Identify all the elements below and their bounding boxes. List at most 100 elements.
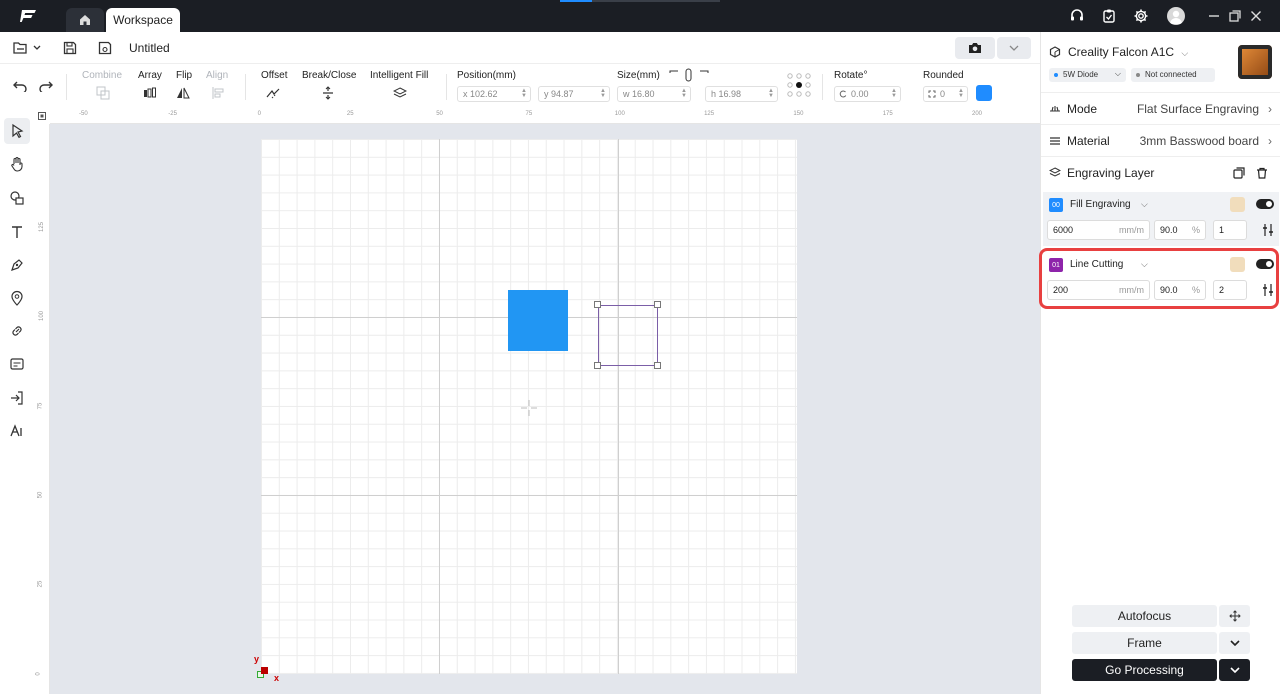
rotate-input[interactable]: 0.00 ▲ ▼: [834, 86, 901, 102]
frame-button[interactable]: Frame: [1072, 632, 1217, 654]
avatar[interactable]: [1167, 7, 1185, 25]
ruler-left: 125 100 75 50 25 0: [34, 124, 50, 694]
redo-icon[interactable]: [39, 80, 53, 92]
minimize-icon[interactable]: [1206, 8, 1222, 24]
right-sidebar: Creality Falcon A1C ⌵ 5W Diode ⌵ Not conn…: [1040, 32, 1280, 694]
highlight-box: [1039, 248, 1279, 309]
selected-square-outline[interactable]: [598, 305, 658, 366]
layer-speed-input[interactable]: 6000 mm/m: [1047, 220, 1150, 240]
autofocus-button[interactable]: Autofocus: [1072, 605, 1217, 627]
title-bar: Workspace: [0, 0, 1280, 32]
open-folder-icon[interactable]: [13, 41, 41, 55]
break-close-label: Break/Close: [302, 70, 357, 81]
layer-passes-input[interactable]: 1: [1213, 220, 1247, 240]
left-toolbar: [0, 108, 34, 694]
grid-major-line: [439, 139, 440, 674]
array-icon[interactable]: [143, 86, 157, 100]
select-cursor-icon[interactable]: [9, 123, 25, 139]
fill-color-swatch[interactable]: [976, 85, 992, 101]
ruler-top-label: -25: [168, 111, 177, 117]
grid-major-line: [261, 495, 797, 496]
frame-dropdown[interactable]: [1219, 632, 1250, 654]
camera-dropdown[interactable]: [997, 37, 1031, 59]
save-as-icon[interactable]: [98, 41, 112, 55]
hand-pan-icon[interactable]: [9, 156, 25, 172]
close-icon[interactable]: [1248, 8, 1264, 24]
link-icon[interactable]: [9, 323, 25, 339]
rounded-input[interactable]: 0 ▲ ▼: [923, 86, 968, 102]
layer-settings-icon[interactable]: [1262, 223, 1274, 237]
save-icon[interactable]: [63, 41, 77, 55]
machine-thumbnail[interactable]: [1238, 45, 1272, 79]
offset-label: Offset: [261, 70, 288, 81]
anchor-grid-icon[interactable]: [786, 72, 812, 98]
canvas-area[interactable]: y x: [50, 124, 1040, 694]
resize-handle[interactable]: [654, 301, 661, 308]
toolbar: Combine Array Flip Align Offset Break/Cl…: [0, 64, 1040, 108]
layer-visibility-toggle[interactable]: [1256, 199, 1274, 209]
ai-icon[interactable]: [9, 423, 25, 439]
material-row[interactable]: Material 3mm Basswood board ›: [1041, 124, 1280, 156]
position-x-input[interactable]: x 102.62 ▲ ▼: [457, 86, 531, 102]
home-icon: [80, 15, 90, 25]
layer-item-fill-engraving[interactable]: 00 Fill Engraving ⌵ 6000 mm/m 90.0% 1: [1043, 192, 1279, 246]
ruler-corner-icon: [38, 112, 46, 120]
ruler-top-label: 75: [525, 111, 533, 117]
go-processing-dropdown[interactable]: [1219, 659, 1250, 681]
shapes-icon[interactable]: [9, 190, 25, 206]
position-y-input[interactable]: y 94.87 ▲ ▼: [538, 86, 610, 102]
material-value: 3mm Basswood board: [1139, 134, 1259, 148]
break-close-icon[interactable]: [321, 86, 335, 100]
clipboard-icon[interactable]: [1101, 8, 1117, 24]
camera-button[interactable]: [955, 37, 995, 59]
tab-workspace[interactable]: Workspace: [106, 8, 180, 32]
offset-icon[interactable]: [266, 86, 280, 100]
gear-icon[interactable]: [1133, 8, 1149, 24]
undo-icon[interactable]: [13, 80, 27, 92]
rotate-label: Rotate°: [834, 70, 868, 81]
tab-home[interactable]: [66, 8, 104, 32]
file-bar: Untitled: [0, 32, 1040, 64]
chevron-right-icon: ›: [1268, 102, 1272, 116]
origin-marker: [261, 667, 268, 674]
device-name[interactable]: Creality Falcon A1C ⌵: [1068, 45, 1188, 59]
resize-handle[interactable]: [594, 301, 601, 308]
position-label: Position(mm): [457, 70, 516, 81]
size-w-input[interactable]: w 16.80 ▲ ▼: [617, 86, 691, 102]
layer-power-input[interactable]: 90.0%: [1154, 220, 1206, 240]
file-title[interactable]: Untitled: [129, 41, 170, 55]
chevron-down-icon: [1229, 640, 1240, 646]
chevron-down-icon[interactable]: ⌵: [1141, 199, 1148, 210]
trash-icon[interactable]: [1256, 167, 1268, 179]
mode-row[interactable]: Mode Flat Surface Engraving ›: [1041, 92, 1280, 124]
layer-color-swatch[interactable]: [1230, 197, 1245, 212]
move-button[interactable]: [1219, 605, 1250, 627]
mode-value: Flat Surface Engraving: [1136, 102, 1259, 116]
resize-handle[interactable]: [594, 362, 601, 369]
layers-icon[interactable]: [393, 86, 407, 100]
location-pin-icon[interactable]: [9, 290, 25, 306]
headset-icon[interactable]: [1069, 8, 1085, 24]
chevron-down-icon: [1229, 667, 1240, 673]
layer-index-badge: 00: [1049, 198, 1063, 212]
combine-icon[interactable]: [96, 86, 110, 100]
ruler-top-label: 0: [257, 111, 261, 117]
filled-square-shape[interactable]: [508, 290, 568, 351]
resize-handle[interactable]: [654, 362, 661, 369]
copy-layer-icon[interactable]: [1233, 167, 1245, 179]
laser-module-select[interactable]: 5W Diode ⌵: [1049, 68, 1126, 82]
restore-icon[interactable]: [1227, 8, 1243, 24]
align-icon[interactable]: [211, 86, 225, 100]
ruler-left-label: 100: [39, 311, 46, 322]
connection-status[interactable]: Not connected: [1131, 68, 1215, 82]
flip-icon[interactable]: [176, 86, 190, 100]
pen-tool-icon[interactable]: [9, 257, 25, 273]
go-processing-button[interactable]: Go Processing: [1072, 659, 1217, 681]
intelligent-fill-label: Intelligent Fill: [370, 70, 429, 81]
engraving-layer-label: Engraving Layer: [1067, 166, 1155, 180]
text-tool-icon[interactable]: [9, 224, 25, 240]
import-icon[interactable]: [9, 390, 25, 406]
image-text-icon[interactable]: [9, 356, 25, 372]
size-h-input[interactable]: h 16.98 ▲ ▼: [705, 86, 778, 102]
lock-ratio-icon[interactable]: [668, 68, 710, 82]
